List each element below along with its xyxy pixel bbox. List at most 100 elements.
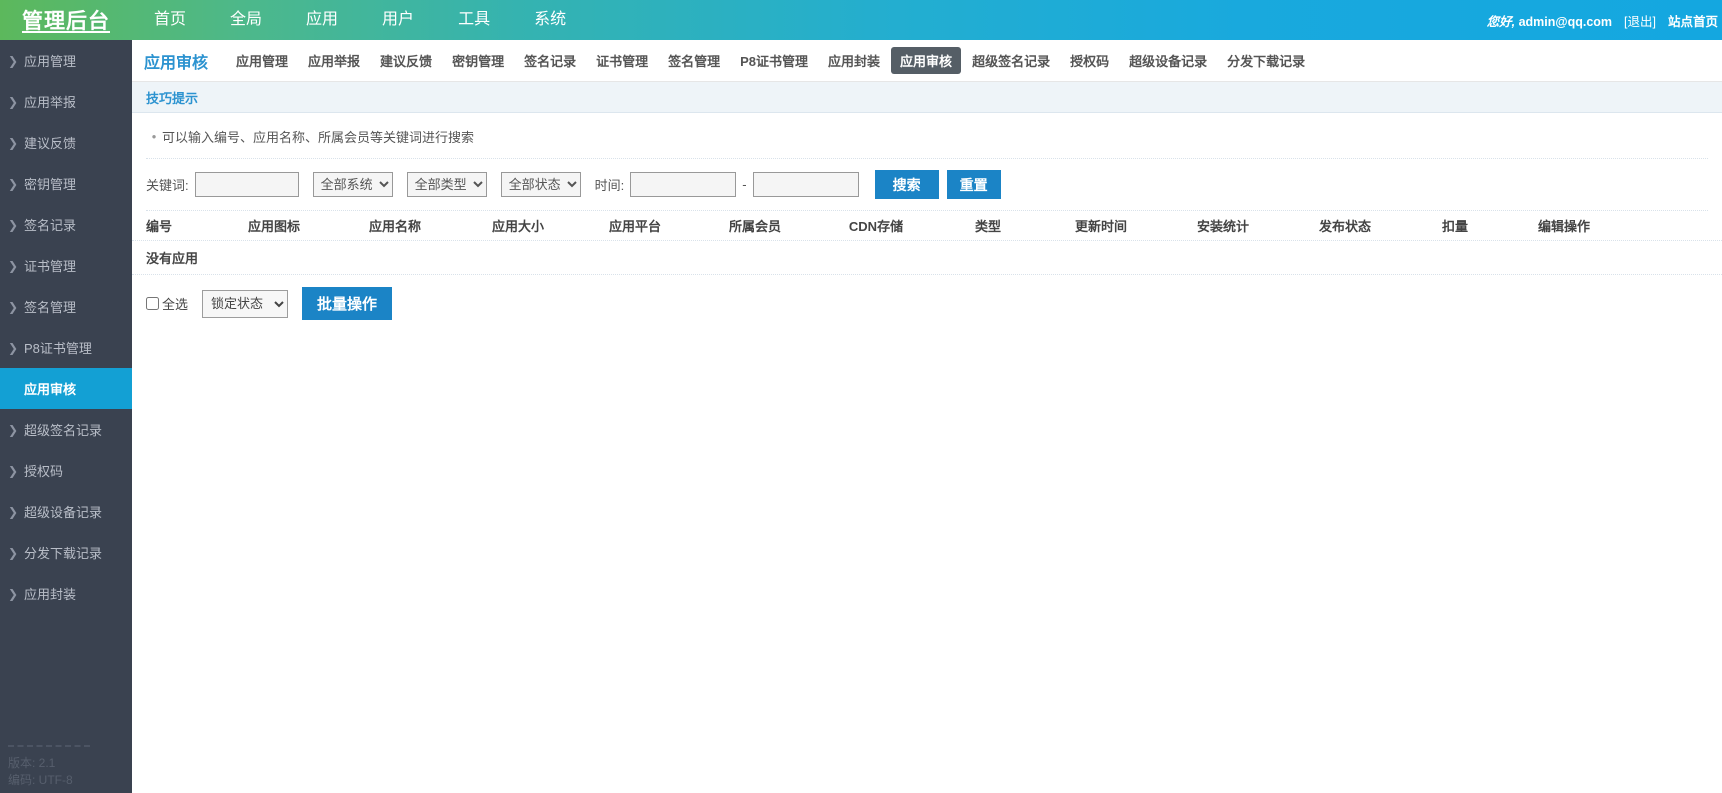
tab-sign-record[interactable]: 签名记录: [515, 47, 585, 74]
chevron-right-icon: ❯: [8, 94, 19, 109]
search-button[interactable]: 搜索: [874, 170, 939, 199]
sidebar-item-label: 签名管理: [24, 300, 77, 315]
sidebar-item-super-sign-record[interactable]: ❯ 超级签名记录: [0, 409, 132, 450]
sidebar-item-app-report[interactable]: ❯ 应用举报: [0, 81, 132, 122]
top-right-area: 您好, admin@qq.com [退出] 站点首页: [1487, 11, 1722, 30]
sidebar-footer: 版本: 2.1 编码: UTF-8: [8, 745, 132, 789]
reset-button[interactable]: 重置: [946, 170, 1001, 199]
tab-app-review[interactable]: 应用审核: [891, 47, 962, 74]
version-text: 版本: 2.1: [8, 756, 56, 770]
chevron-right-icon: ❯: [8, 422, 19, 437]
sidebar: ❯ 应用管理 ❯ 应用举报 ❯ 建议反馈 ❯ 密钥管理 ❯ 签名记录 ❯ 证书管…: [0, 40, 132, 793]
chevron-right-icon: ❯: [8, 135, 19, 150]
topnav-item-tools[interactable]: 工具: [436, 0, 512, 40]
tab-sign-manage[interactable]: 签名管理: [659, 47, 729, 74]
type-select[interactable]: 全部类型: [406, 172, 487, 197]
tips-header-label: 技巧提示: [146, 90, 199, 106]
sidebar-item-label: 应用举报: [24, 95, 77, 110]
topnav-item-system[interactable]: 系统: [512, 0, 588, 40]
time-start-input[interactable]: [630, 172, 737, 197]
chevron-right-icon: ❯: [8, 586, 19, 601]
sidebar-item-auth-code[interactable]: ❯ 授权码: [0, 450, 132, 491]
tab-bar: 应用审核 应用管理 应用举报 建议反馈 密钥管理 签名记录 证书管理 签名管理 …: [132, 40, 1722, 82]
sidebar-item-label: 签名记录: [24, 218, 77, 233]
column-header-install-stats: 安装统计: [1196, 219, 1249, 234]
sidebar-item-distribute-download-record[interactable]: ❯ 分发下载记录: [0, 532, 132, 573]
status-select[interactable]: 全部状态: [500, 172, 581, 197]
topnav-item-home[interactable]: 首页: [132, 0, 208, 40]
brand-logo[interactable]: 管理后台: [0, 5, 132, 35]
topnav-item-app[interactable]: 应用: [284, 0, 360, 40]
chevron-right-icon: ❯: [8, 258, 19, 273]
topnav-item-user[interactable]: 用户: [360, 0, 436, 40]
select-all-wrapper[interactable]: 全选: [146, 294, 188, 313]
column-header-app-platform: 应用平台: [608, 219, 661, 234]
sidebar-item-label: 应用审核: [24, 382, 77, 397]
sidebar-item-label: 分发下载记录: [24, 546, 103, 561]
greeting-text: 您好, admin@qq.com: [1487, 11, 1612, 30]
user-email: admin@qq.com: [1518, 14, 1613, 29]
sidebar-item-app-review[interactable]: ❯ 应用审核: [0, 368, 132, 409]
sidebar-item-label: 密钥管理: [24, 177, 77, 192]
site-home-link[interactable]: 站点首页: [1668, 11, 1718, 30]
sidebar-item-app-package[interactable]: ❯ 应用封装: [0, 573, 132, 614]
sidebar-item-label: P8证书管理: [24, 341, 92, 356]
sidebar-item-label: 超级签名记录: [24, 423, 103, 438]
tab-app-manage[interactable]: 应用管理: [227, 47, 297, 74]
sidebar-item-sign-record[interactable]: ❯ 签名记录: [0, 204, 132, 245]
tab-super-sign-record[interactable]: 超级签名记录: [963, 47, 1059, 74]
sidebar-item-sign-manage[interactable]: ❯ 签名管理: [0, 286, 132, 327]
sidebar-item-p8-cert-manage[interactable]: ❯ P8证书管理: [0, 327, 132, 368]
logout-link[interactable]: [退出]: [1624, 11, 1656, 30]
chevron-right-icon: ❯: [8, 340, 19, 355]
tab-auth-code[interactable]: 授权码: [1061, 47, 1118, 74]
column-header-cdn-storage: CDN存储: [848, 219, 904, 234]
bulk-action-select[interactable]: 锁定状态: [202, 289, 289, 318]
keyword-input[interactable]: [194, 172, 299, 197]
tab-app-package[interactable]: 应用封装: [819, 47, 889, 74]
column-header-update-time: 更新时间: [1074, 219, 1127, 234]
column-header-app-name: 应用名称: [368, 219, 421, 234]
tips-header: 技巧提示: [132, 82, 1722, 113]
chevron-right-icon: ❯: [8, 504, 19, 519]
sidebar-item-cert-manage[interactable]: ❯ 证书管理: [0, 245, 132, 286]
greeting-prefix: 您好,: [1486, 14, 1516, 29]
top-bar: 管理后台 首页 全局 应用 用户 工具 系统 您好, admin@qq.com …: [0, 0, 1722, 40]
sidebar-item-label: 证书管理: [24, 259, 77, 274]
range-separator: -: [742, 177, 747, 192]
table-empty-message: 没有应用: [132, 241, 1722, 275]
topnav-item-global[interactable]: 全局: [208, 0, 284, 40]
divider: [8, 745, 90, 747]
sidebar-item-label: 超级设备记录: [24, 505, 103, 520]
bulk-action-button[interactable]: 批量操作: [302, 287, 393, 320]
tab-super-device-record[interactable]: 超级设备记录: [1120, 47, 1216, 74]
column-header-edit-actions: 编辑操作: [1537, 219, 1590, 234]
sidebar-item-label: 授权码: [24, 464, 64, 479]
select-all-checkbox[interactable]: [146, 297, 159, 310]
tip-text: 可以输入编号、应用名称、所属会员等关键词进行搜索: [162, 130, 475, 145]
sidebar-item-key-manage[interactable]: ❯ 密钥管理: [0, 163, 132, 204]
tab-feedback[interactable]: 建议反馈: [371, 47, 441, 74]
chevron-right-icon: ❯: [8, 463, 19, 478]
column-header-publish-status: 发布状态: [1318, 219, 1371, 234]
main-content: 应用审核 应用管理 应用举报 建议反馈 密钥管理 签名记录 证书管理 签名管理 …: [132, 40, 1722, 793]
tab-cert-manage[interactable]: 证书管理: [587, 47, 657, 74]
tab-key-manage[interactable]: 密钥管理: [443, 47, 513, 74]
time-end-input[interactable]: [752, 172, 859, 197]
sidebar-item-app-manage[interactable]: ❯ 应用管理: [0, 40, 132, 81]
chevron-right-icon: ❯: [8, 217, 19, 232]
system-select[interactable]: 全部系统: [312, 172, 393, 197]
bulk-action-row: 全选 锁定状态 批量操作: [132, 275, 1722, 320]
tab-app-report[interactable]: 应用举报: [299, 47, 369, 74]
time-label: 时间:: [594, 178, 625, 193]
sidebar-item-feedback[interactable]: ❯ 建议反馈: [0, 122, 132, 163]
select-all-label[interactable]: 全选: [162, 294, 188, 313]
chevron-right-icon: ❯: [8, 176, 19, 191]
tab-p8-cert-manage[interactable]: P8证书管理: [731, 47, 817, 74]
tab-distribute-download-record[interactable]: 分发下载记录: [1218, 47, 1314, 74]
encoding-text: 编码: UTF-8: [8, 773, 73, 787]
tips-body: ● 可以输入编号、应用名称、所属会员等关键词进行搜索: [132, 113, 1722, 158]
sidebar-item-label: 应用封装: [24, 587, 77, 602]
top-navigation: 首页 全局 应用 用户 工具 系统: [132, 0, 588, 40]
sidebar-item-super-device-record[interactable]: ❯ 超级设备记录: [0, 491, 132, 532]
